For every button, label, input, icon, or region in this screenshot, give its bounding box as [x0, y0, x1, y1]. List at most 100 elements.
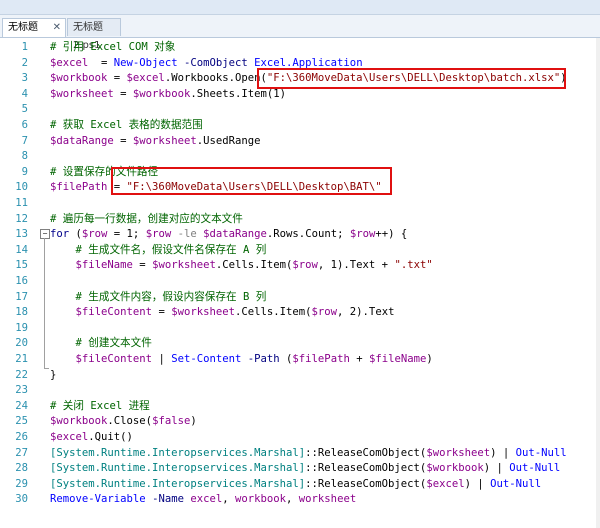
code-line[interactable]: 29 [System.Runtime.Interopservices.Marsha…	[0, 477, 600, 493]
code-token: =	[88, 56, 114, 69]
code-token: workbook	[235, 493, 287, 506]
line-number: 8	[21, 150, 28, 163]
code-token: .UsedRange	[196, 134, 261, 147]
code-token: $fileContent	[75, 353, 153, 365]
code-editor[interactable]: 1 # 引用 Excel COM 对象 2 $excel = New-Object -…	[0, 38, 600, 528]
code-line[interactable]: 4 $worksheet = $workbook.Sheets.Item(1)	[0, 87, 600, 103]
code-token: .Cells.Item(	[234, 306, 312, 319]
code-line[interactable]: 27 [System.Runtime.Interopservices.Marsha…	[0, 446, 600, 462]
code-line[interactable]: 1 # 引用 Excel COM 对象	[0, 40, 600, 56]
line-number: 14	[15, 243, 28, 256]
code-line[interactable]: 28 [System.Runtime.Interopservices.Marsha…	[0, 461, 600, 477]
code-token: Out-Null	[515, 446, 567, 459]
code-token: =	[107, 72, 127, 85]
code-line[interactable]: 25 $workbook.Close($false)	[0, 414, 600, 430]
code-line[interactable]: 7 $dataRange = $worksheet.UsedRange	[0, 134, 600, 150]
code-token: ,	[222, 493, 235, 506]
code-line[interactable]: 14 # 生成文件名，假设文件名保存在 A 列	[0, 243, 600, 259]
close-icon[interactable]: ✕	[53, 19, 61, 37]
code-token: $worksheet	[426, 446, 491, 459]
code-token: [System.Runtime.Interopservices.Marshal]	[50, 446, 306, 459]
code-line[interactable]: 18 $fileContent = $worksheet.Cells.Item(…	[0, 305, 600, 321]
code-token: -Name	[152, 493, 184, 506]
code-token: $false	[152, 415, 191, 428]
code-token: $workbook	[50, 72, 108, 85]
code-text: $fileContent | Set-Content -Path ($fileP…	[50, 352, 433, 368]
line-number: 19	[15, 321, 28, 334]
tab-untitled-1[interactable]: 无标题1.ps1 ✕	[2, 18, 66, 51]
code-token: $fileName	[75, 259, 133, 272]
code-token: ,	[286, 493, 299, 506]
code-token: -ComObject	[183, 56, 248, 69]
code-token: $excel	[50, 56, 89, 69]
code-token: New-Object	[113, 56, 178, 69]
code-line[interactable]: 17 # 生成文件内容，假设内容保存在 B 列	[0, 290, 600, 306]
code-line[interactable]: 12 # 遍历每一行数据，创建对应的文本文件	[0, 212, 600, 228]
code-token: =	[113, 87, 133, 100]
code-line[interactable]: 8	[0, 149, 600, 165]
code-token: Out-Null	[509, 462, 561, 475]
code-token: $row	[292, 259, 318, 272]
code-text: }	[50, 368, 56, 384]
code-line[interactable]: 15 $fileName = $worksheet.Cells.Item($ro…	[0, 258, 600, 274]
code-line[interactable]: 30 Remove-Variable -Name excel, workbook,…	[0, 492, 600, 508]
code-line[interactable]: 20 # 创建文本文件	[0, 336, 600, 352]
code-token: .Close(	[107, 415, 153, 428]
fold-toggle-icon[interactable]: −	[40, 229, 50, 239]
code-token: ++) {	[375, 228, 408, 241]
vertical-scrollbar[interactable]	[596, 38, 600, 528]
line-number: 30	[15, 493, 28, 506]
code-text: for ($row = 1; $row -le $dataRange.Rows.…	[50, 227, 407, 243]
code-text: [System.Runtime.Interopservices.Marshal]…	[50, 446, 567, 462]
code-line[interactable]: 11	[0, 196, 600, 212]
code-line[interactable]: 22}	[0, 368, 600, 384]
line-number: 11	[15, 197, 28, 209]
code-token: ) |	[483, 462, 510, 475]
line-number: 28	[15, 462, 28, 475]
code-line[interactable]: 5	[0, 102, 600, 118]
code-token: $worksheet	[171, 306, 235, 319]
code-token: # 生成文件内容，假设内容保存在 B 列	[75, 290, 267, 303]
code-token: Out-Null	[490, 477, 542, 490]
code-line[interactable]: 21 $fileContent | Set-Content -Path ($fi…	[0, 352, 600, 368]
line-number: 21	[15, 353, 28, 365]
code-line[interactable]: 13 for ($row = 1; $row -le $dataRange.Row…	[0, 227, 600, 243]
code-token: $workbook	[50, 415, 108, 428]
code-token: =	[113, 134, 133, 147]
code-token: [System.Runtime.Interopservices.Marshal]	[50, 477, 306, 490]
code-line[interactable]: 26 $excel.Quit()	[0, 430, 600, 446]
line-number: 15	[15, 259, 28, 272]
tab-bar: 无标题1.ps1 ✕ 无标题2.ps1	[0, 15, 600, 51]
code-token: $filePath	[292, 353, 350, 365]
code-token: (	[279, 353, 293, 365]
code-token: ::ReleaseComObject(	[305, 446, 427, 459]
code-token: $excel	[126, 72, 165, 85]
highlight-box-output-path	[111, 167, 392, 195]
code-token: )	[426, 353, 433, 365]
code-token: $worksheet	[50, 87, 114, 100]
line-number: 4	[21, 87, 28, 100]
code-text: # 遍历每一行数据，创建对应的文本文件	[50, 212, 243, 228]
code-token: $dataRange	[50, 134, 114, 147]
tab-untitled-2[interactable]: 无标题2.ps1	[67, 18, 121, 51]
highlight-box-excel-path	[257, 68, 566, 89]
line-number: 26	[15, 431, 28, 443]
code-text: # 生成文件名，假设文件名保存在 A 列	[50, 243, 267, 259]
code-token: $row	[349, 228, 376, 241]
code-line[interactable]: 23	[0, 383, 600, 399]
code-line[interactable]: 24 # 关闭 Excel 进程	[0, 399, 600, 415]
line-number: 3	[21, 72, 28, 85]
code-text: # 创建文本文件	[50, 336, 152, 352]
line-number: 7	[21, 134, 28, 147]
fold-guide	[44, 238, 45, 368]
code-token: ::ReleaseComObject(	[305, 462, 427, 475]
code-token: # 获取 Excel 表格的数据范围	[50, 119, 203, 131]
code-token: .Rows.Count;	[266, 228, 350, 241]
code-line[interactable]: 6 # 获取 Excel 表格的数据范围	[0, 118, 600, 134]
line-number: 20	[15, 337, 28, 350]
code-line[interactable]: 19	[0, 321, 600, 337]
code-line[interactable]: 16	[0, 274, 600, 290]
line-number: 27	[15, 446, 28, 459]
